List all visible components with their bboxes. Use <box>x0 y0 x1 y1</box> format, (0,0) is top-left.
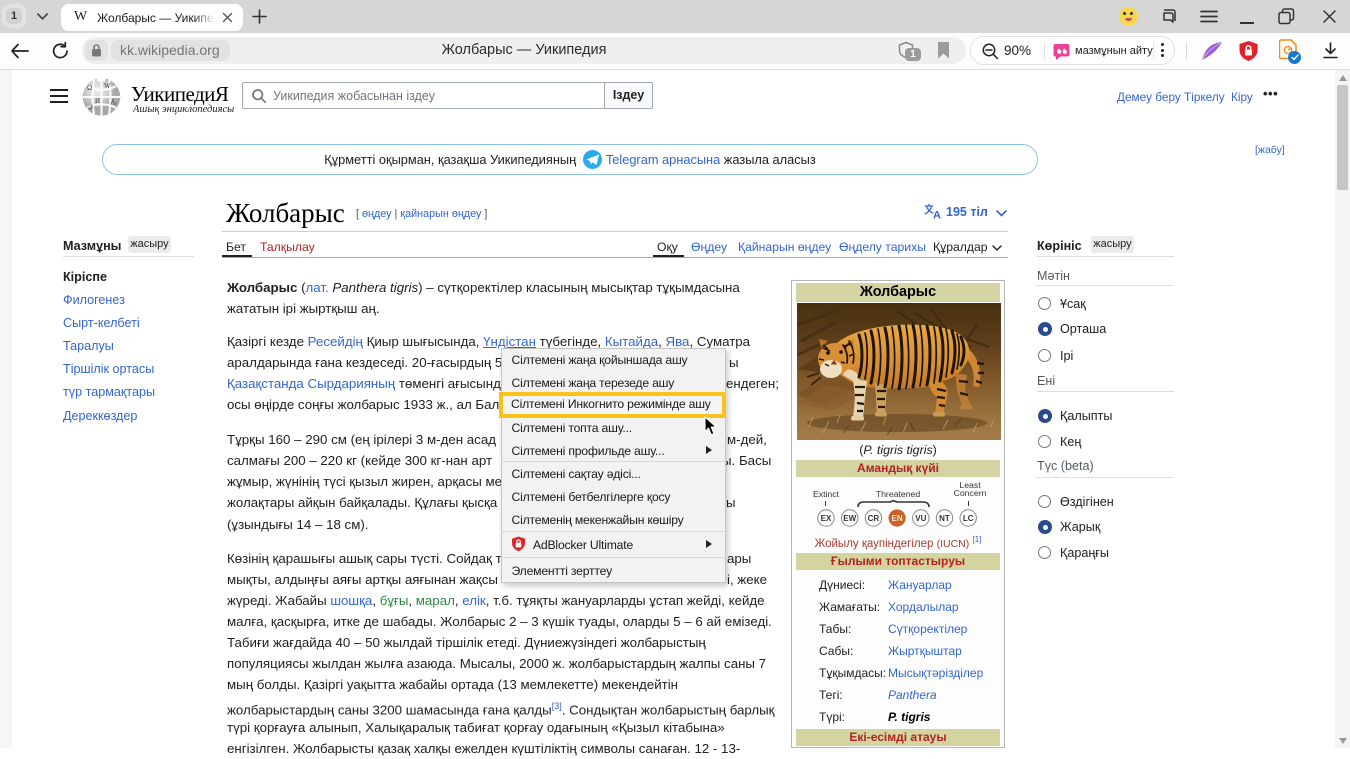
svg-text:LC: LC <box>963 514 974 523</box>
svg-text:EW: EW <box>843 514 856 523</box>
svg-text:EN: EN <box>892 514 903 523</box>
svg-text:EX: EX <box>821 514 832 523</box>
svg-text:W: W <box>104 82 111 90</box>
svg-text:A: A <box>933 210 941 220</box>
svg-text:CR: CR <box>868 514 880 523</box>
svg-text:И: И <box>95 97 100 105</box>
svg-text:ん: ん <box>110 98 117 106</box>
svg-text:VU: VU <box>915 514 926 523</box>
svg-text:Ω: Ω <box>87 84 92 92</box>
svg-text:NT: NT <box>939 514 950 523</box>
svg-text:ي: ي <box>88 102 94 110</box>
